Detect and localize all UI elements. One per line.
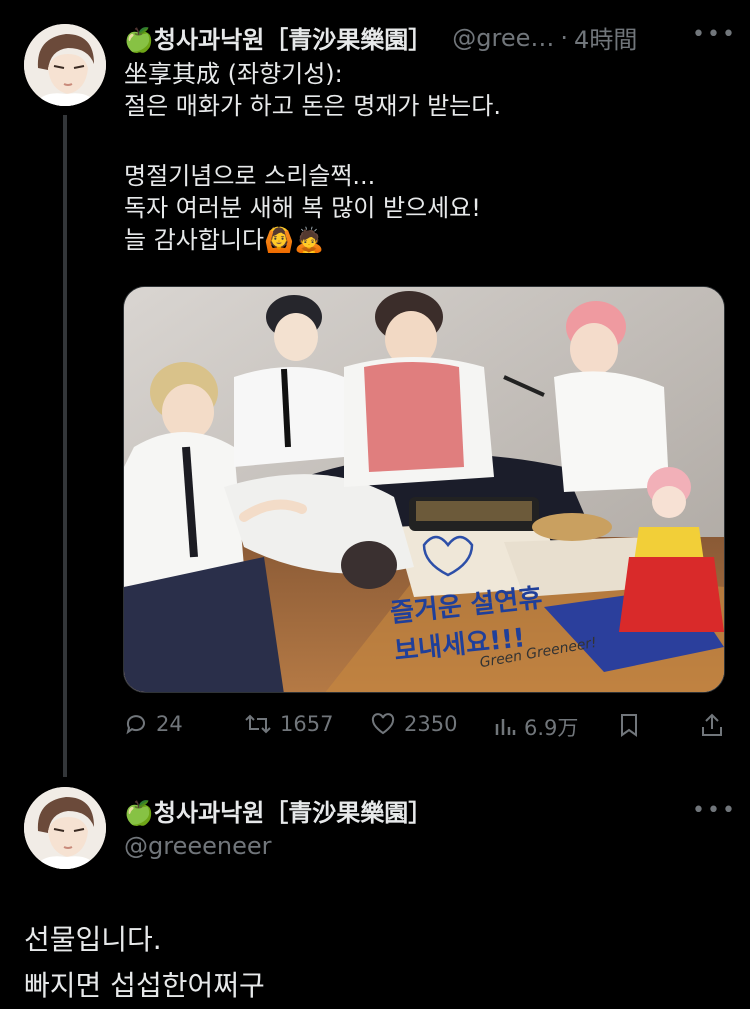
tweet-line: 독자 여러분 새해 복 많이 받으세요! [124, 194, 481, 222]
retweet-count: 1657 [280, 712, 334, 736]
more-options-button[interactable]: ••• [692, 22, 737, 47]
views-button[interactable]: 6.9万 [494, 712, 578, 742]
author-handle[interactable]: @gree… [452, 24, 554, 52]
retweet-button[interactable]: 1657 [244, 712, 333, 736]
tweet-line: 坐享其成 (좌향기성): [124, 60, 343, 88]
bookmark-button[interactable] [618, 712, 640, 738]
share-button[interactable] [700, 712, 724, 738]
thread-line [63, 115, 67, 777]
share-icon [702, 713, 722, 736]
action-bar: 24 1657 2350 6.9万 [0, 712, 750, 744]
avatar-image [24, 24, 106, 106]
separator: · [560, 23, 569, 52]
bookmark-icon [621, 714, 637, 737]
author-name[interactable]: 🍏청사과낙원［青沙果樂園］ [124, 20, 432, 55]
tweet-line: 명절기념으로 스리슬쩍... [124, 162, 376, 190]
reply-button[interactable]: 24 [124, 712, 183, 736]
timestamp[interactable]: 4時間 [574, 20, 637, 55]
reply-count: 24 [156, 712, 183, 736]
like-count: 2350 [404, 712, 458, 736]
tweet-text: 坐享其成 (좌향기성): 절은 매화가 하고 돈은 명재가 받는다. 명절기념으… [124, 58, 501, 256]
retweet-icon [245, 714, 271, 734]
reply-text: 선물입니다. 빠지면 섭섭한어쩌구 [24, 917, 265, 1009]
like-button[interactable]: 2350 [370, 712, 457, 736]
reply-line: 빠지면 섭섭한어쩌구 [24, 969, 265, 1002]
reply-author-name[interactable]: 🍏청사과낙원［青沙果樂園］ [124, 793, 432, 828]
tweet-header: 🍏청사과낙원［青沙果樂園］ @gree… · 4時間 [124, 20, 637, 55]
views-icon [495, 719, 516, 735]
reply-more-options-button[interactable]: ••• [692, 798, 737, 823]
tweet-line: 늘 감사합니다🙆🙇 [124, 226, 324, 254]
tweet-line [124, 122, 501, 154]
heart-icon [371, 713, 395, 735]
reply-author-handle[interactable]: @greeeneer [124, 832, 271, 860]
reply-line: 선물입니다. [24, 923, 162, 956]
tweet-media[interactable]: 즐거운 설연휴 보내세요!!! Green Greeneer! [123, 286, 725, 693]
reply-icon [126, 715, 145, 735]
avatar[interactable] [24, 24, 106, 106]
tweet-line: 절은 매화가 하고 돈은 명재가 받는다. [124, 92, 501, 120]
avatar-image [24, 787, 106, 869]
reply-avatar[interactable] [24, 787, 106, 869]
views-count: 6.9万 [524, 716, 579, 740]
